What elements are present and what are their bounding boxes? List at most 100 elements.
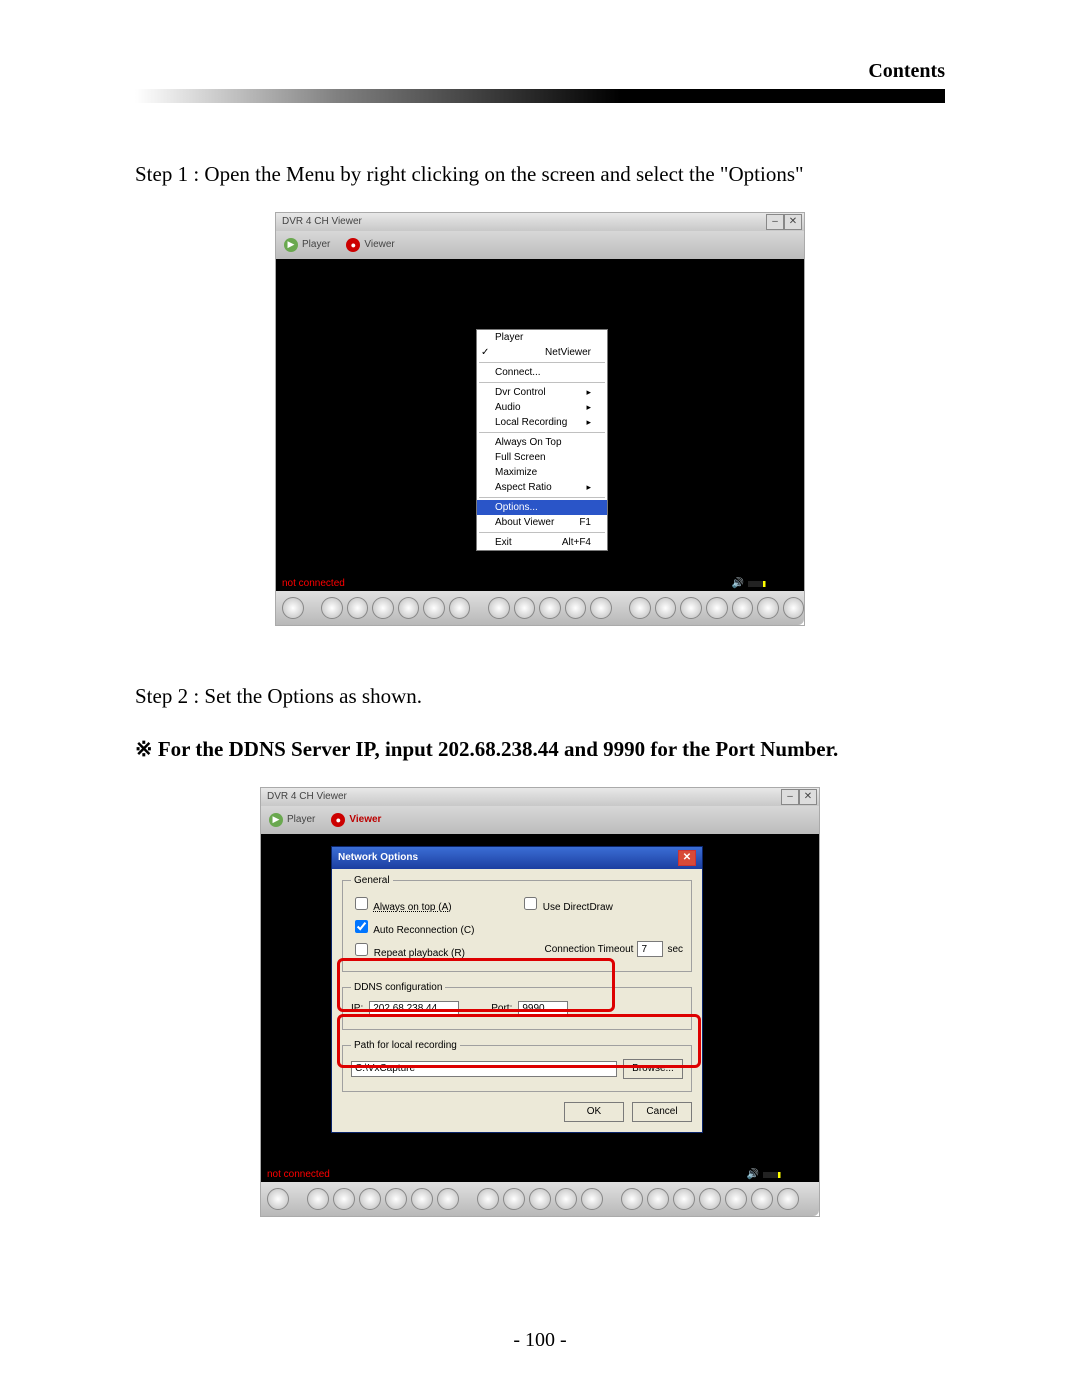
ctrl-button[interactable] — [751, 1188, 773, 1210]
ok-button[interactable]: OK — [564, 1102, 624, 1122]
minimize-button[interactable]: – — [781, 789, 799, 805]
play-icon: ▶ — [269, 813, 283, 827]
port-input[interactable] — [518, 1001, 568, 1017]
close-button[interactable]: ✕ — [784, 214, 802, 230]
tab-player-label: Player — [302, 239, 330, 250]
volume-slider[interactable] — [763, 1172, 813, 1178]
ctrl-button[interactable] — [282, 597, 304, 619]
window-title: DVR 4 CH Viewer — [282, 216, 362, 227]
ctrl-button[interactable] — [385, 1188, 407, 1210]
ctrl-button[interactable] — [372, 597, 394, 619]
menu-fullscreen[interactable]: Full Screen — [477, 450, 607, 465]
tab-viewer[interactable]: ● Viewer — [331, 813, 381, 827]
volume-slider[interactable] — [748, 581, 798, 587]
ctrl-button[interactable] — [529, 1188, 551, 1210]
screenshot-2: DVR 4 CH Viewer – ✕ ▶ Player ● Viewer — [261, 788, 819, 1216]
dialog-close-button[interactable]: ✕ — [678, 850, 696, 866]
tab-player[interactable]: ▶ Player — [269, 813, 315, 827]
ctrl-button[interactable] — [757, 597, 779, 619]
ctrl-button[interactable] — [706, 597, 728, 619]
ctrl-button[interactable] — [423, 597, 445, 619]
menu-connect[interactable]: Connect... — [477, 365, 607, 380]
menu-alwaysontop[interactable]: Always On Top — [477, 435, 607, 450]
always-on-top-checkbox[interactable]: Always on top (A) — [351, 902, 452, 913]
ctrl-button[interactable] — [777, 1188, 799, 1210]
close-button[interactable]: ✕ — [799, 789, 817, 805]
menu-audio[interactable]: Audio — [477, 400, 607, 415]
ctrl-button[interactable] — [699, 1188, 721, 1210]
record-icon: ● — [331, 813, 345, 827]
video-viewport: Network Options ✕ General Always on top … — [261, 834, 819, 1168]
ctrl-button[interactable] — [411, 1188, 433, 1210]
ctrl-button[interactable] — [565, 597, 587, 619]
browse-button[interactable]: Browse... — [623, 1059, 683, 1079]
ip-label: IP: — [351, 1003, 363, 1014]
conn-timeout-unit: sec — [667, 944, 683, 955]
window-titlebar: DVR 4 CH Viewer – ✕ — [261, 788, 819, 806]
menu-maximize[interactable]: Maximize — [477, 465, 607, 480]
path-input[interactable] — [351, 1061, 617, 1077]
ctrl-button[interactable] — [581, 1188, 603, 1210]
ctrl-button[interactable] — [647, 1188, 669, 1210]
header-rule — [135, 89, 945, 103]
auto-reconnect-checkbox[interactable]: Auto Reconnection (C) — [351, 925, 474, 936]
ctrl-button[interactable] — [267, 1188, 289, 1210]
header-contents: Contents — [868, 60, 945, 83]
step1-text: Step 1 : Open the Menu by right clicking… — [135, 159, 945, 191]
dialog-titlebar: Network Options ✕ — [332, 847, 702, 869]
ctrl-button[interactable] — [514, 597, 536, 619]
tab-player-label: Player — [287, 814, 315, 825]
ctrl-button[interactable] — [359, 1188, 381, 1210]
ctrl-button[interactable] — [539, 597, 561, 619]
ctrl-button[interactable] — [477, 1188, 499, 1210]
conn-timeout-label: Connection Timeout — [544, 944, 633, 955]
tab-player[interactable]: ▶ Player — [284, 238, 330, 252]
status-bar: not connected 🔊 — [261, 1168, 819, 1182]
ctrl-button[interactable] — [321, 597, 343, 619]
ip-input[interactable] — [369, 1001, 459, 1017]
tab-viewer-label: Viewer — [364, 239, 394, 250]
ctrl-button[interactable] — [590, 597, 612, 619]
group-path-legend: Path for local recording — [351, 1040, 460, 1051]
speaker-icon: 🔊 — [747, 1169, 819, 1180]
tab-viewer[interactable]: ● Viewer — [346, 238, 394, 252]
ctrl-button[interactable] — [655, 597, 677, 619]
minimize-button[interactable]: – — [766, 214, 784, 230]
menu-aspectratio[interactable]: Aspect Ratio — [477, 480, 607, 495]
ctrl-button[interactable] — [398, 597, 420, 619]
ctrl-button[interactable] — [503, 1188, 525, 1210]
ctrl-button[interactable] — [488, 597, 510, 619]
menu-options[interactable]: Options... — [477, 500, 607, 515]
ctrl-button[interactable] — [680, 597, 702, 619]
use-directdraw-checkbox[interactable]: Use DirectDraw — [520, 902, 613, 913]
ctrl-button[interactable] — [783, 597, 805, 619]
menu-player[interactable]: Player — [477, 330, 607, 345]
ctrl-button[interactable] — [449, 597, 471, 619]
ctrl-button[interactable] — [621, 1188, 643, 1210]
video-viewport[interactable]: Player NetViewer Connect... Dvr Control … — [276, 259, 804, 577]
tab-viewer-label: Viewer — [349, 814, 381, 825]
repeat-playback-checkbox[interactable]: Repeat playback (R) — [351, 948, 465, 959]
options-dialog: Network Options ✕ General Always on top … — [331, 846, 703, 1133]
status-bar: not connected 🔊 — [276, 577, 804, 591]
menu-localrecording[interactable]: Local Recording — [477, 415, 607, 430]
ctrl-button[interactable] — [673, 1188, 695, 1210]
ctrl-button[interactable] — [725, 1188, 747, 1210]
conn-timeout-input[interactable] — [637, 941, 663, 957]
menu-about[interactable]: About ViewerF1 — [477, 515, 607, 530]
menu-dvrcontrol[interactable]: Dvr Control — [477, 385, 607, 400]
ctrl-button[interactable] — [732, 597, 754, 619]
status-text: not connected — [267, 1169, 330, 1180]
menu-exit[interactable]: ExitAlt+F4 — [477, 535, 607, 550]
context-menu: Player NetViewer Connect... Dvr Control … — [476, 329, 608, 551]
ctrl-button[interactable] — [629, 597, 651, 619]
cancel-button[interactable]: Cancel — [632, 1102, 692, 1122]
window-title: DVR 4 CH Viewer — [267, 791, 347, 802]
ctrl-button[interactable] — [555, 1188, 577, 1210]
ctrl-button[interactable] — [307, 1188, 329, 1210]
ctrl-button[interactable] — [347, 597, 369, 619]
ctrl-button[interactable] — [333, 1188, 355, 1210]
step2-text: Step 2 : Set the Options as shown. — [135, 681, 945, 713]
menu-netviewer[interactable]: NetViewer — [477, 345, 607, 360]
ctrl-button[interactable] — [437, 1188, 459, 1210]
